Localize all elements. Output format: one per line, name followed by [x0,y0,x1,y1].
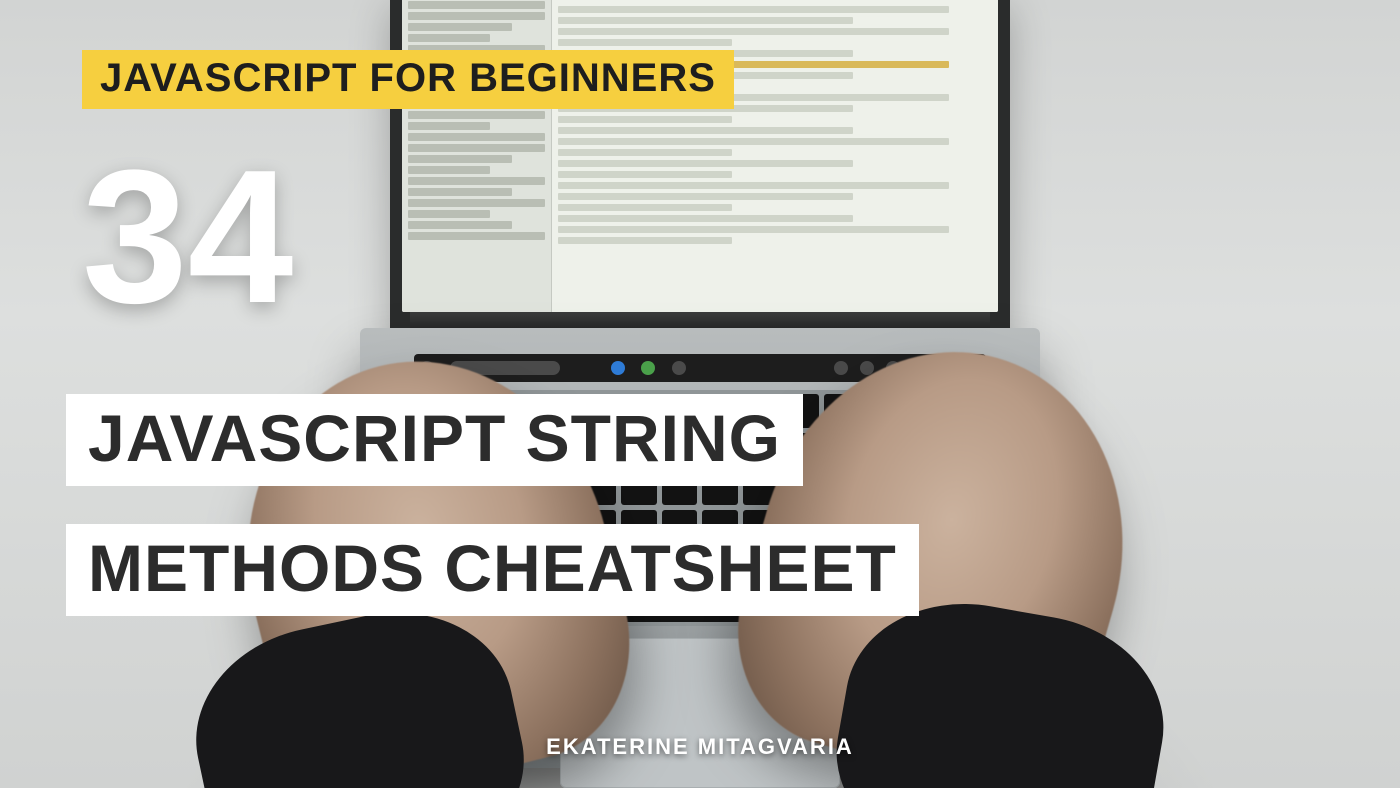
author-credit: EKATERINE MITAGVARIA [0,734,1400,760]
title-line-1: JAVASCRIPT STRING [66,394,803,486]
text-overlay: JAVASCRIPT FOR BEGINNERS 34 JAVASCRIPT S… [0,0,1400,788]
title-line-2: METHODS CHEATSHEET [66,524,919,616]
headline-number: 34 [82,142,293,332]
category-tag: JAVASCRIPT FOR BEGINNERS [82,50,734,109]
